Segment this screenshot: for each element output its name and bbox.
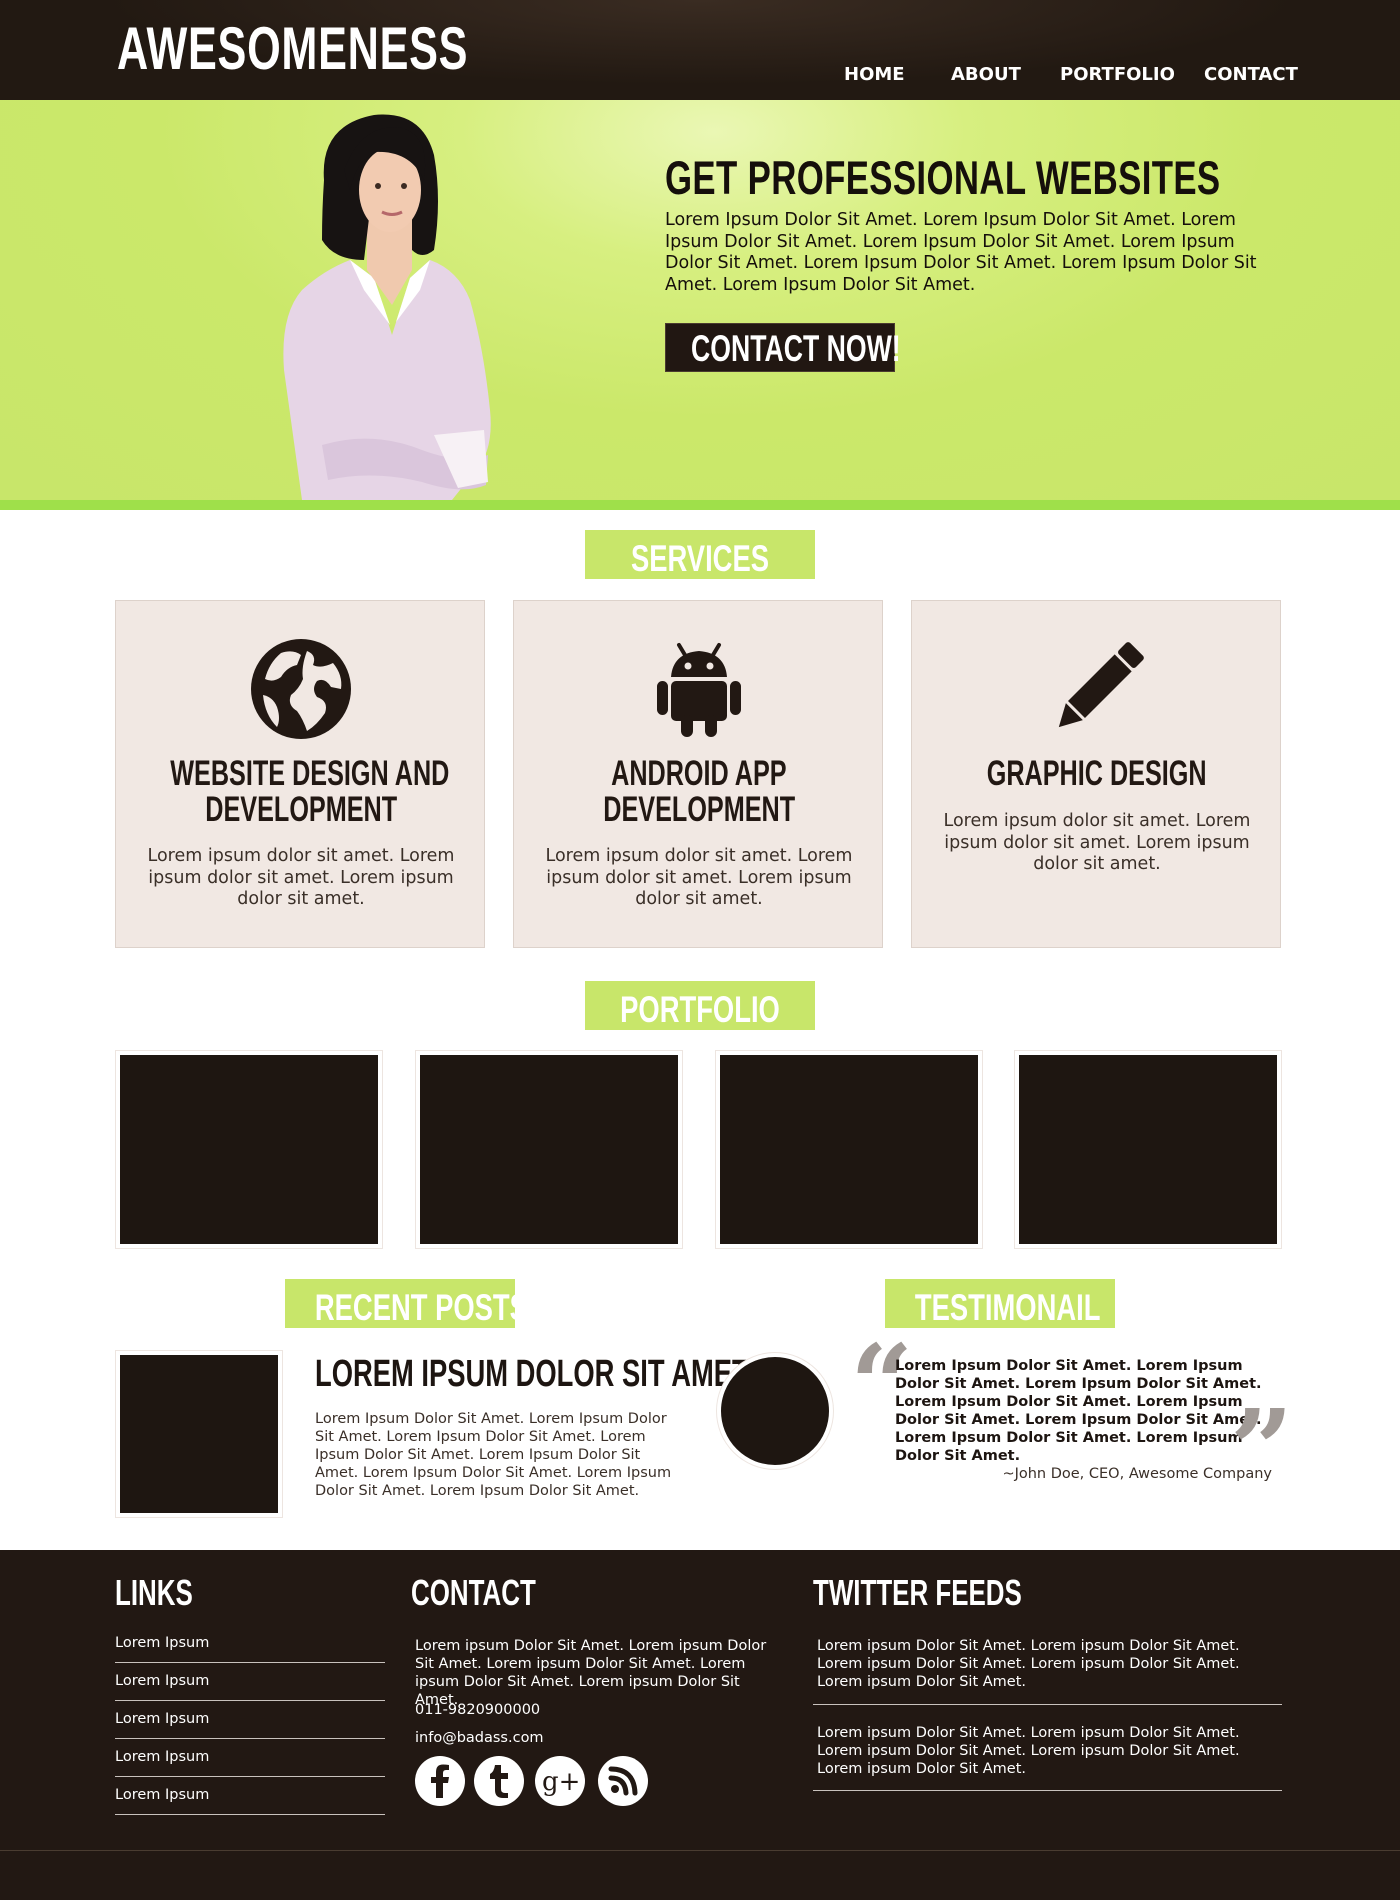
footer-divider: [0, 1850, 1400, 1851]
contact-now-label: CONTACT NOW!: [691, 328, 901, 369]
portfolio-thumbnail: [720, 1055, 978, 1244]
tweet-item[interactable]: Lorem ipsum Dolor Sit Amet. Lorem ipsum …: [813, 1724, 1282, 1791]
portfolio-heading-label: PORTFOLIO: [620, 989, 780, 1030]
portfolio-heading: PORTFOLIO: [585, 981, 815, 1030]
services-heading: SERVICES: [585, 530, 815, 579]
footer-link-label: Lorem Ipsum: [115, 1673, 210, 1689]
rss-icon[interactable]: [598, 1756, 648, 1806]
facebook-icon[interactable]: [415, 1756, 465, 1806]
service-title-web: WEBSITE DESIGN AND DEVELOPMENT: [116, 756, 486, 828]
footer-link[interactable]: Lorem Ipsum: [115, 1739, 385, 1777]
nav-portfolio[interactable]: PORTFOLIO: [1060, 64, 1175, 85]
service-card-web[interactable]: WEBSITE DESIGN AND DEVELOPMENT Lorem ips…: [115, 600, 485, 948]
nav-home[interactable]: HOME: [844, 64, 905, 85]
google-plus-icon[interactable]: g+: [535, 1756, 585, 1806]
tweet-item[interactable]: Lorem ipsum Dolor Sit Amet. Lorem ipsum …: [813, 1637, 1282, 1705]
footer-link-label: Lorem Ipsum: [115, 1635, 210, 1651]
post-image: [120, 1355, 278, 1513]
testimonial-avatar: [717, 1353, 833, 1469]
footer-link-label: Lorem Ipsum: [115, 1711, 210, 1727]
site-header: AWESOMENESS HOME ABOUT PORTFOLIO CONTACT: [0, 0, 1400, 100]
portfolio-thumbnail: [120, 1055, 378, 1244]
footer-link[interactable]: Lorem Ipsum: [115, 1701, 385, 1739]
pencil-icon: [1058, 642, 1144, 728]
twitter-heading: TWITTER FEEDS: [813, 1572, 1022, 1613]
service-card-graphic[interactable]: GRAPHIC DESIGN Lorem ipsum dolor sit ame…: [911, 600, 1281, 948]
hero-text: Lorem Ipsum Dolor Sit Amet. Lorem Ipsum …: [665, 210, 1257, 295]
tumblr-icon[interactable]: [474, 1756, 524, 1806]
testimonial-author: ~John Doe, CEO, Awesome Company: [1002, 1466, 1272, 1482]
service-text-android: Lorem ipsum dolor sit amet. Lorem ipsum …: [545, 846, 853, 909]
android-icon: [657, 643, 741, 737]
service-title-line2: DEVELOPMENT: [205, 790, 397, 829]
footer-link-label: Lorem Ipsum: [115, 1749, 210, 1765]
testimonial-heading: TESTIMONAIL: [885, 1279, 1115, 1328]
recent-posts-heading: RECENT POSTS: [285, 1279, 528, 1328]
globe-icon: [251, 639, 351, 739]
portfolio-item[interactable]: [115, 1050, 383, 1249]
portfolio-item[interactable]: [415, 1050, 683, 1249]
nav-contact[interactable]: CONTACT: [1204, 64, 1298, 85]
services-heading-label: SERVICES: [631, 538, 769, 579]
service-title-android: ANDROID APP DEVELOPMENT: [514, 756, 884, 828]
service-title-line1: GRAPHIC DESIGN: [987, 754, 1207, 793]
service-title-line2: DEVELOPMENT: [603, 790, 795, 829]
site-logo[interactable]: AWESOMENESS: [117, 14, 468, 83]
contact-phone[interactable]: 011-9820900000: [415, 1701, 540, 1719]
portfolio-item[interactable]: [715, 1050, 983, 1249]
service-title-line1: WEBSITE DESIGN AND: [170, 754, 450, 793]
portfolio-item[interactable]: [1014, 1050, 1282, 1249]
portfolio-thumbnail: [1019, 1055, 1277, 1244]
service-title-graphic: GRAPHIC DESIGN: [912, 756, 1282, 792]
contact-heading: CONTACT: [411, 1572, 536, 1613]
nav-about[interactable]: ABOUT: [951, 64, 1021, 85]
post-excerpt: Lorem Ipsum Dolor Sit Amet. Lorem Ipsum …: [315, 1411, 672, 1499]
post-title[interactable]: LOREM IPSUM DOLOR SIT AMET: [315, 1353, 749, 1396]
close-quote-icon: ”: [1230, 1385, 1294, 1514]
contact-email[interactable]: info@badass.com: [415, 1729, 544, 1747]
tweet-text: Lorem ipsum Dolor Sit Amet. Lorem ipsum …: [817, 1638, 1240, 1690]
footer-link[interactable]: Lorem Ipsum: [115, 1625, 385, 1663]
footer-link[interactable]: Lorem Ipsum: [115, 1777, 385, 1815]
footer-link[interactable]: Lorem Ipsum: [115, 1663, 385, 1701]
hero-title: GET PROFESSIONAL WEBSITES: [665, 151, 1221, 204]
service-title-line1: ANDROID APP: [611, 754, 787, 793]
post-thumbnail[interactable]: [115, 1350, 283, 1518]
service-text-web: Lorem ipsum dolor sit amet. Lorem ipsum …: [147, 846, 455, 909]
svg-text:g+: g+: [542, 1767, 580, 1797]
links-heading: LINKS: [115, 1572, 193, 1613]
recent-posts-heading-label: RECENT POSTS: [314, 1287, 528, 1328]
page: AWESOMENESS HOME ABOUT PORTFOLIO CONTACT…: [0, 0, 1400, 1900]
contact-text: Lorem ipsum Dolor Sit Amet. Lorem ipsum …: [415, 1638, 767, 1708]
testimonial-heading-label: TESTIMONAIL: [914, 1287, 1101, 1328]
portfolio-thumbnail: [420, 1055, 678, 1244]
service-text-graphic: Lorem ipsum dolor sit amet. Lorem ipsum …: [943, 811, 1251, 874]
testimonial-text: Lorem Ipsum Dolor Sit Amet. Lorem Ipsum …: [895, 1358, 1262, 1464]
footer-link-label: Lorem Ipsum: [115, 1787, 210, 1803]
contact-now-button[interactable]: CONTACT NOW!: [665, 323, 901, 372]
service-card-android[interactable]: ANDROID APP DEVELOPMENT Lorem ipsum dolo…: [513, 600, 883, 948]
hero-divider: [0, 500, 1400, 510]
tweet-text: Lorem ipsum Dolor Sit Amet. Lorem ipsum …: [817, 1725, 1240, 1777]
woman-illustration: [283, 114, 491, 500]
